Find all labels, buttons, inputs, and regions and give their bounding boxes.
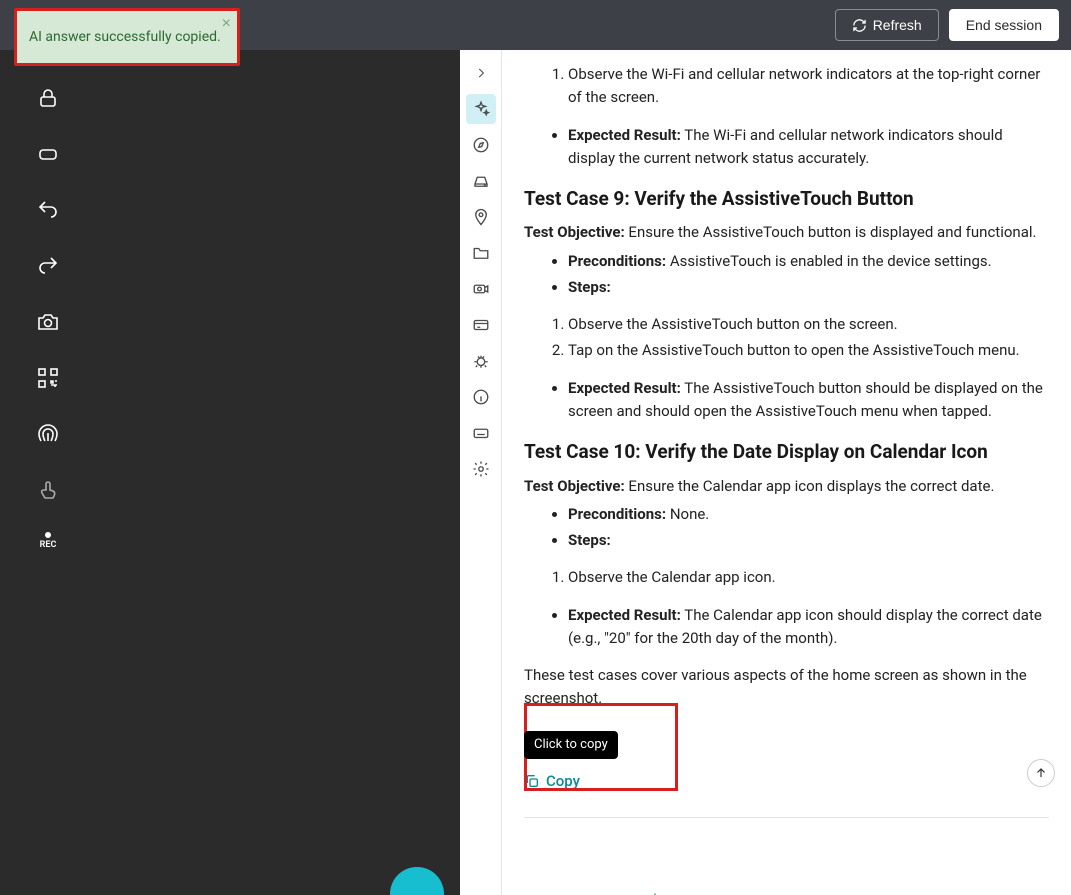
list-item: Expected Result: The Wi-Fi and cellular … bbox=[568, 124, 1049, 171]
recorder-icon[interactable] bbox=[466, 274, 496, 304]
sparkles-icon[interactable] bbox=[466, 94, 496, 124]
list-item: Observe the AssistiveTouch button on the… bbox=[568, 313, 1049, 336]
list-item: Observe the Wi-Fi and cellular network i… bbox=[568, 63, 1049, 110]
test-case-10-title: Test Case 10: Verify the Date Display on… bbox=[524, 437, 1049, 466]
keyboard-icon[interactable] bbox=[466, 418, 496, 448]
test-objective: Test Objective: Ensure the Calendar app … bbox=[524, 475, 1049, 498]
divider bbox=[524, 817, 1049, 818]
step-list: Observe the Calendar app icon. bbox=[524, 566, 1049, 589]
toast-text: AI answer successfully copied. bbox=[29, 29, 221, 45]
main-panel: Observe the Wi-Fi and cellular network i… bbox=[460, 50, 1071, 895]
expected-list: Expected Result: The AssistiveTouch butt… bbox=[524, 377, 1049, 424]
copy-tooltip: Click to copy bbox=[524, 731, 618, 759]
test-case-9-title: Test Case 9: Verify the AssistiveTouch B… bbox=[524, 184, 1049, 213]
pre-list: Preconditions: AssistiveTouch is enabled… bbox=[524, 250, 1049, 300]
folder-icon[interactable] bbox=[466, 238, 496, 268]
device-toolbar: REC bbox=[0, 50, 96, 895]
card-icon[interactable] bbox=[466, 310, 496, 340]
gear-icon[interactable] bbox=[466, 454, 496, 484]
list-item: Expected Result: The Calendar app icon s… bbox=[568, 604, 1049, 651]
rotate-icon[interactable] bbox=[34, 140, 62, 168]
step-list: Observe the Wi-Fi and cellular network i… bbox=[524, 63, 1049, 110]
list-item: Steps: bbox=[568, 276, 1049, 299]
camera-icon[interactable] bbox=[34, 308, 62, 336]
list-item: Steps: bbox=[568, 529, 1049, 552]
success-toast: AI answer successfully copied. × bbox=[14, 8, 240, 66]
arrow-up-icon bbox=[1034, 766, 1048, 780]
session-cost: Chat session cost: $0.04 bbox=[524, 890, 1049, 895]
list-item: Tap on the AssistiveTouch button to open… bbox=[568, 339, 1049, 362]
list-item: Preconditions: AssistiveTouch is enabled… bbox=[568, 250, 1049, 273]
location-icon[interactable] bbox=[466, 202, 496, 232]
refresh-button[interactable]: Refresh bbox=[835, 9, 939, 41]
info-icon[interactable] bbox=[466, 382, 496, 412]
copy-button[interactable]: Copy bbox=[524, 770, 618, 793]
list-item: Expected Result: The AssistiveTouch butt… bbox=[568, 377, 1049, 424]
panel-icon-rail bbox=[460, 50, 502, 895]
touch-icon[interactable] bbox=[34, 476, 62, 504]
copy-area: Click to copy Copy bbox=[524, 731, 618, 793]
step-list: Observe the AssistiveTouch button on the… bbox=[524, 313, 1049, 363]
expected-list: Expected Result: The Calendar app icon s… bbox=[524, 604, 1049, 651]
refresh-label: Refresh bbox=[873, 17, 922, 33]
record-button[interactable]: REC bbox=[40, 532, 57, 550]
close-icon[interactable]: × bbox=[222, 15, 231, 33]
compass-icon[interactable] bbox=[466, 130, 496, 160]
fingerprint-icon[interactable] bbox=[34, 420, 62, 448]
end-session-button[interactable]: End session bbox=[949, 9, 1059, 41]
list-item: Observe the Calendar app icon. bbox=[568, 566, 1049, 589]
qr-icon[interactable] bbox=[34, 364, 62, 392]
summary-text: These test cases cover various aspects o… bbox=[524, 664, 1049, 711]
bug-icon[interactable] bbox=[466, 346, 496, 376]
redo-icon[interactable] bbox=[34, 252, 62, 280]
test-objective: Test Objective: Ensure the AssistiveTouc… bbox=[524, 221, 1049, 244]
list-item: Preconditions: None. bbox=[568, 503, 1049, 526]
chevron-right-icon[interactable] bbox=[466, 58, 496, 88]
undo-icon[interactable] bbox=[34, 196, 62, 224]
content-pane: Observe the Wi-Fi and cellular network i… bbox=[502, 50, 1071, 895]
scroll-top-button[interactable] bbox=[1027, 759, 1055, 787]
expected-list: Expected Result: The Wi-Fi and cellular … bbox=[524, 124, 1049, 171]
drive-icon[interactable] bbox=[466, 166, 496, 196]
copy-icon bbox=[524, 773, 540, 789]
lock-icon[interactable] bbox=[34, 84, 62, 112]
pre-list: Preconditions: None. Steps: bbox=[524, 503, 1049, 553]
help-fab[interactable] bbox=[390, 867, 444, 895]
